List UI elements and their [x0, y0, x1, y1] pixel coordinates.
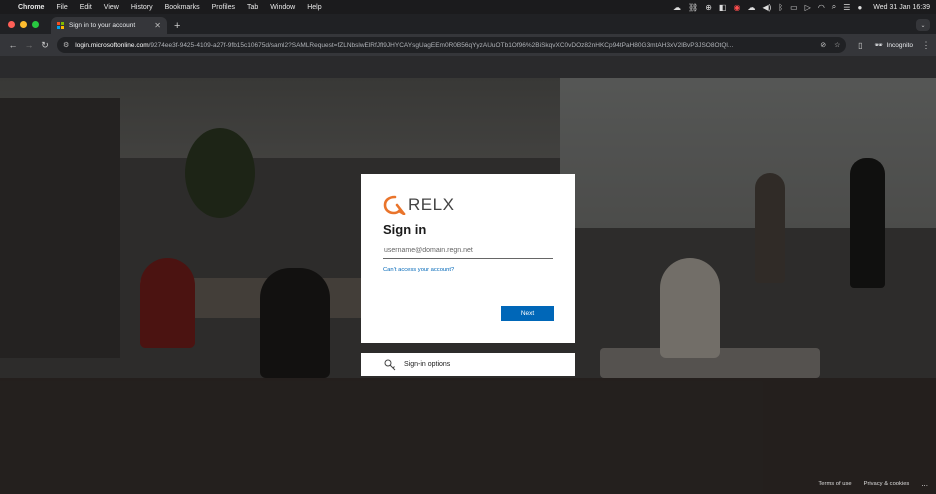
- incognito-indicator[interactable]: 🕶 Incognito: [874, 41, 913, 50]
- tab-title: Sign in to your account: [69, 22, 136, 29]
- menu-window[interactable]: Window: [270, 4, 295, 11]
- cloud-icon[interactable]: ☁: [673, 3, 681, 12]
- sign-in-options-button[interactable]: Sign-in options: [361, 353, 575, 376]
- relx-wordmark: RELX: [408, 195, 455, 214]
- address-bar[interactable]: ⚙ login.microsoftonline.com/9274ee3f-942…: [57, 37, 847, 53]
- cant-access-account-link[interactable]: Can’t access your account?: [383, 267, 553, 273]
- key-icon: [384, 359, 396, 370]
- menu-edit[interactable]: Edit: [80, 4, 92, 11]
- close-window-icon[interactable]: [8, 20, 15, 28]
- control-center-icon[interactable]: ☰: [843, 3, 850, 12]
- macos-menu-bar: Chrome File Edit View History Bookmarks …: [0, 0, 936, 14]
- menu-help[interactable]: Help: [307, 4, 321, 11]
- menubar-clock[interactable]: Wed 31 Jan 16:39: [873, 4, 930, 11]
- menu-view[interactable]: View: [104, 4, 119, 11]
- url-path: /9274ee3f-9425-4109-a27f-9fb15c10675d/sa…: [148, 41, 734, 49]
- url-host: login.microsoftonline.com: [75, 41, 149, 49]
- omnibox-actions: ⊘ ☆: [820, 41, 840, 49]
- menu-tab[interactable]: Tab: [247, 4, 258, 11]
- app-icon[interactable]: ⊕: [705, 3, 712, 12]
- relx-logo-icon: [383, 195, 406, 215]
- bookmark-star-icon[interactable]: ☆: [834, 41, 840, 49]
- wifi-icon[interactable]: ◠: [818, 3, 825, 12]
- tab-strip: Sign in to your account ✕ + ⌄: [0, 14, 936, 34]
- cloud-sync-icon[interactable]: ☁: [747, 3, 755, 12]
- sign-in-page: RELX Sign in Can’t access your account? …: [0, 78, 936, 494]
- menu-history[interactable]: History: [131, 4, 153, 11]
- sign-in-heading: Sign in: [383, 222, 427, 237]
- forward-icon[interactable]: →: [21, 40, 37, 50]
- url-text: login.microsoftonline.com/9274ee3f-9425-…: [75, 42, 814, 49]
- incognito-label: Incognito: [886, 41, 913, 49]
- status-area: ☁ ⛓ ⊕ ◧ ◉ ☁ ◀) ᛒ ▭ ▷ ◠ ⌕ ☰ ● Wed 31 Jan …: [673, 2, 930, 12]
- volume-icon[interactable]: ◀): [762, 3, 771, 12]
- browser-toolbar: ← → ↻ ⚙ login.microsoftonline.com/9274ee…: [0, 34, 936, 56]
- terms-of-use-link[interactable]: Terms of use: [818, 481, 851, 487]
- record-icon[interactable]: ◉: [733, 3, 740, 12]
- reload-icon[interactable]: ↻: [37, 40, 53, 51]
- privacy-cookies-link[interactable]: Privacy & cookies: [864, 481, 910, 487]
- menu-chrome[interactable]: Chrome: [18, 4, 44, 11]
- extension-icon[interactable]: ◧: [719, 3, 727, 12]
- microsoft-logo-icon: [57, 22, 64, 29]
- page-footer: Terms of use Privacy & cookies ...: [818, 479, 928, 488]
- user-icon[interactable]: ●: [857, 3, 862, 12]
- maximize-window-icon[interactable]: [32, 20, 39, 28]
- battery-icon[interactable]: ▭: [790, 3, 798, 12]
- menu-profiles[interactable]: Profiles: [212, 4, 235, 11]
- browser-menu-icon[interactable]: ⋮: [921, 40, 931, 51]
- more-options-icon[interactable]: ...: [921, 479, 928, 488]
- eye-off-icon[interactable]: ⊘: [820, 41, 826, 49]
- side-panel-icon[interactable]: ▯: [852, 41, 868, 50]
- toolbar-spacer: [0, 56, 936, 78]
- link-icon[interactable]: ⛓: [688, 3, 698, 12]
- tab-search-chevron-icon[interactable]: ⌄: [916, 19, 930, 31]
- relx-logo: RELX: [383, 194, 553, 216]
- menu-file[interactable]: File: [56, 4, 67, 11]
- next-button[interactable]: Next: [501, 306, 554, 321]
- sign-in-options-label: Sign-in options: [404, 361, 451, 368]
- back-icon[interactable]: ←: [5, 40, 21, 50]
- minimize-window-icon[interactable]: [20, 20, 27, 28]
- play-icon[interactable]: ▷: [805, 3, 811, 12]
- menu-bookmarks[interactable]: Bookmarks: [165, 4, 200, 11]
- new-tab-icon[interactable]: +: [174, 17, 180, 34]
- close-tab-icon[interactable]: ✕: [154, 21, 161, 30]
- tab-sign-in[interactable]: Sign in to your account ✕: [51, 17, 167, 34]
- username-input[interactable]: [383, 243, 553, 259]
- bluetooth-icon[interactable]: ᛒ: [778, 3, 783, 12]
- sign-in-card: RELX Sign in Can’t access your account? …: [361, 174, 575, 343]
- search-icon[interactable]: ⌕: [832, 2, 836, 12]
- site-info-icon[interactable]: ⚙: [63, 41, 69, 49]
- incognito-icon: 🕶: [874, 42, 883, 49]
- window-controls: [0, 14, 47, 34]
